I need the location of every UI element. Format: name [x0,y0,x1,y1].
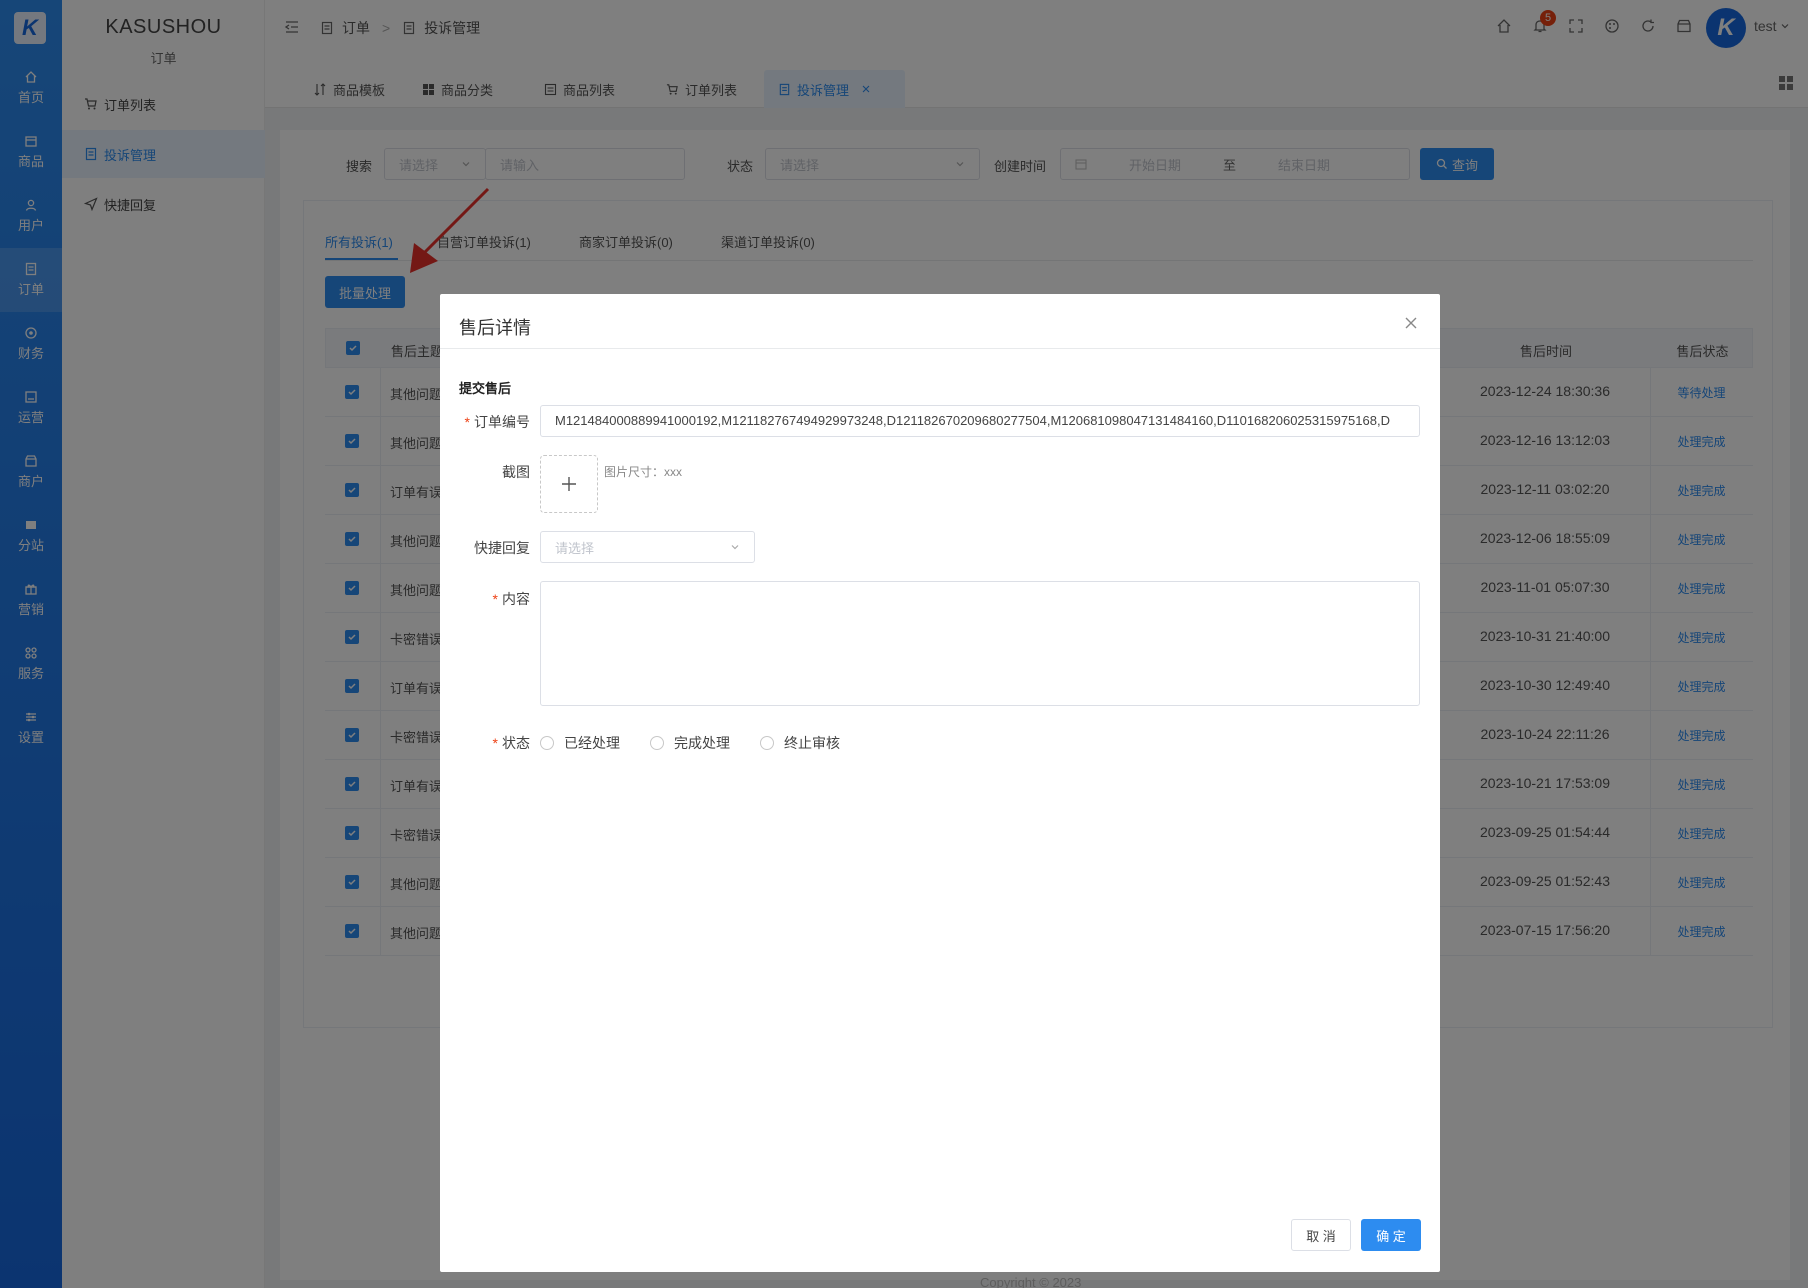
required-mark: * [492,735,498,751]
modal-section-title: 提交售后 [459,381,512,396]
after-sales-modal [440,294,1440,1272]
status-field-label: * 状态 [430,733,530,753]
label-text: 状态 [502,735,530,751]
status-radio-processed[interactable]: 已经处理 [540,733,620,753]
order-number-label: * 订单编号 [430,412,530,432]
cancel-button[interactable]: 取 消 [1291,1219,1351,1251]
quick-reply-label: 快捷回复 [474,540,530,556]
content-textarea[interactable] [540,581,1420,706]
quick-reply-select[interactable]: 请选择 [540,531,755,563]
screenshot-label: 截图 [502,464,530,480]
confirm-button[interactable]: 确 定 [1361,1219,1421,1251]
modal-title: 售后详情 [459,318,531,338]
order-number-field[interactable]: M121484000889941000192,M1211827674949299… [540,405,1420,437]
status-radio-terminated[interactable]: 终止审核 [760,733,840,753]
close-icon[interactable] [1401,313,1421,333]
radio-label: 完成处理 [674,735,730,751]
upload-hint: 图片尺寸：xxx [604,465,683,479]
radio-circle [650,736,664,750]
radio-label: 已经处理 [564,735,620,751]
chevron-down-icon [731,545,739,550]
radio-circle [760,736,774,750]
plus-icon [562,477,576,491]
radio-circle [540,736,554,750]
radio-label: 终止审核 [784,735,840,751]
content-label: * 内容 [430,589,530,609]
required-mark: * [492,591,498,607]
label-text: 内容 [502,591,530,607]
required-mark: * [464,414,470,430]
select-placeholder: 请选择 [555,540,595,556]
label-text: 订单编号 [474,414,530,430]
upload-button[interactable] [540,455,598,513]
modal-divider [440,348,1440,349]
status-radio-completed[interactable]: 完成处理 [650,733,730,753]
